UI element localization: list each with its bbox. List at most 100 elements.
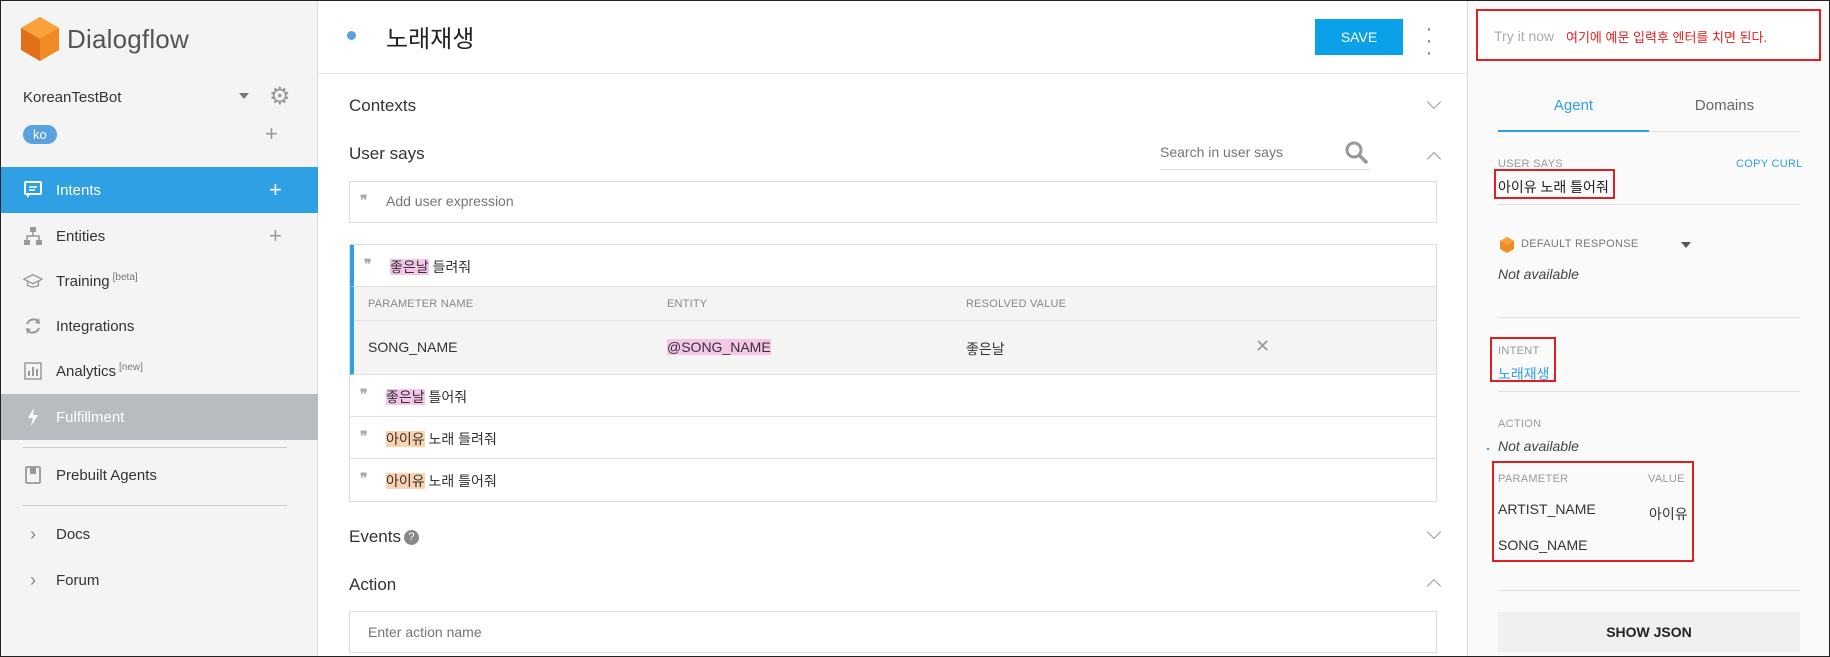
section-events[interactable]: Events? — [349, 527, 419, 547]
list-item[interactable]: ❞ 좋은날 들려줘 — [350, 245, 1436, 287]
add-intent-icon[interactable]: + — [269, 177, 282, 203]
parameter-entity[interactable]: @SONG_NAME — [667, 339, 771, 355]
entity-highlight[interactable]: 아이유 — [386, 431, 425, 447]
expression-text: 아이유 노래 들려줘 — [386, 429, 497, 449]
events-label: Events — [349, 527, 401, 546]
language-badge[interactable]: ko — [23, 125, 57, 144]
add-entity-icon[interactable]: + — [269, 223, 282, 249]
help-icon[interactable]: ? — [403, 530, 419, 546]
divider — [1498, 317, 1800, 318]
logo[interactable]: Dialogflow — [21, 17, 189, 61]
list-item[interactable]: ❞ 아이유 노래 틀어줘 — [350, 459, 1436, 501]
show-json-button[interactable]: SHOW JSON — [1498, 612, 1800, 652]
entity-highlight[interactable]: 좋은날 — [390, 259, 429, 275]
response-value: Not available — [1498, 266, 1579, 282]
gear-icon[interactable]: ⚙ — [269, 85, 291, 109]
caret-down-icon[interactable] — [239, 93, 249, 99]
expression-text: 아이유 노래 틀어줘 — [386, 471, 497, 491]
expression-rest: 노래 틀어줘 — [424, 473, 497, 489]
app-window: Dialogflow KoreanTestBot ⚙ ko + Intents … — [0, 0, 1830, 657]
section-user-says[interactable]: User says — [349, 144, 425, 164]
section-action[interactable]: Action — [349, 575, 396, 595]
parameter-table: PARAMETER NAME ENTITY RESOLVED VALUE SON… — [350, 287, 1436, 375]
action-name-input[interactable] — [368, 624, 1168, 640]
agent-name: KoreanTestBot — [23, 89, 122, 106]
sidebar-item-training[interactable]: Training [beta] — [1, 258, 318, 304]
search-input[interactable] — [1160, 144, 1330, 160]
sidebar-item-label: Intents — [56, 181, 102, 199]
expression-list: ❞ 좋은날 들려줘 PARAMETER NAME ENTITY RESOLVED… — [349, 244, 1437, 502]
analytics-label: Analytics — [56, 363, 117, 380]
marker-dot — [1487, 448, 1489, 450]
user-says-search[interactable] — [1160, 141, 1370, 170]
parameter-name: ARTIST_NAME — [1498, 501, 1596, 517]
expression-text: 좋은날 들려줘 — [390, 257, 471, 277]
sidebar-item-docs[interactable]: › Docs — [1, 511, 318, 557]
entity-highlight[interactable]: 좋은날 — [386, 389, 425, 405]
chevron-down-icon[interactable] — [1426, 94, 1442, 110]
sync-icon — [23, 316, 43, 336]
sidebar-item-entities[interactable]: Entities + — [1, 213, 318, 259]
try-it-now-box[interactable]: Try it now 여기에 예문 입력후 엔터를 치면 된다. — [1476, 9, 1821, 61]
dialogflow-logo-icon — [21, 17, 59, 61]
expression-text: 좋은날 틀어줘 — [386, 387, 467, 407]
action-name-field[interactable] — [349, 611, 1437, 653]
value-column-label: VALUE — [1648, 473, 1685, 485]
parameter-name[interactable]: SONG_NAME — [368, 339, 457, 355]
column-entity: ENTITY — [667, 298, 708, 310]
chevron-down-icon[interactable] — [1426, 524, 1442, 540]
add-expression-input[interactable] — [386, 193, 1186, 209]
chevron-up-icon[interactable] — [1426, 151, 1442, 167]
divider — [23, 447, 287, 448]
section-contexts[interactable]: Contexts — [349, 96, 416, 116]
graduation-cap-icon — [23, 271, 43, 291]
tab-domains[interactable]: Domains — [1649, 97, 1800, 114]
quote-icon: ❞ — [360, 429, 368, 445]
chevron-right-icon: › — [30, 569, 36, 590]
lightning-icon — [23, 407, 43, 427]
divider — [23, 505, 287, 506]
try-it-now-input[interactable]: Try it now — [1494, 28, 1554, 44]
action-label: ACTION — [1498, 418, 1542, 430]
agent-selector[interactable]: KoreanTestBot ⚙ — [23, 85, 293, 109]
add-language-icon[interactable]: + — [265, 123, 278, 145]
search-icon[interactable] — [1344, 140, 1370, 166]
add-expression-field[interactable]: ❞ — [349, 181, 1437, 223]
sidebar-item-forum[interactable]: › Forum — [1, 557, 318, 603]
list-item[interactable]: ❞ 아이유 노래 들려줘 — [350, 417, 1436, 459]
sidebar-item-prebuilt-agents[interactable]: Prebuilt Agents — [1, 452, 318, 498]
parameter-column-label: PARAMETER — [1498, 473, 1569, 485]
sidebar-item-intents[interactable]: Intents + — [1, 167, 318, 213]
table-row: SONG_NAME @SONG_NAME 좋은날 ✕ — [354, 320, 1436, 374]
sidebar-item-integrations[interactable]: Integrations — [1, 303, 318, 349]
parameter-resolved-value[interactable]: 좋은날 — [966, 339, 1005, 359]
sidebar-item-label: Integrations — [56, 317, 135, 335]
sidebar-item-label: Analytics [new] — [56, 362, 143, 380]
intent-title[interactable]: 노래재생 — [386, 19, 474, 54]
copy-curl-link[interactable]: COPY CURL — [1736, 158, 1803, 170]
column-resolved-value: RESOLVED VALUE — [966, 298, 1067, 310]
sidebar-item-analytics[interactable]: Analytics [new] — [1, 348, 318, 394]
parameter-value: 아이유 — [1649, 506, 1688, 522]
intent-link[interactable]: 노래재생 — [1498, 364, 1550, 384]
list-item[interactable]: ❞ 좋은날 틀어줘 — [350, 375, 1436, 417]
sidebar-item-label: Prebuilt Agents — [56, 466, 157, 484]
save-button[interactable]: SAVE — [1315, 19, 1403, 55]
close-icon[interactable]: ✕ — [1255, 336, 1270, 357]
new-tag: [new] — [119, 362, 143, 373]
book-icon — [23, 465, 43, 485]
divider — [1498, 391, 1800, 392]
brand-name: Dialogflow — [67, 23, 189, 54]
sidebar-item-label: Entities — [56, 227, 106, 245]
user-says-value: 아이유 노래 틀어줘 — [1498, 179, 1609, 195]
caret-down-icon[interactable] — [1681, 242, 1691, 248]
chevron-up-icon[interactable] — [1426, 578, 1442, 594]
more-options-icon[interactable]: · · · — [1423, 19, 1435, 63]
sidebar-item-fulfillment[interactable]: Fulfillment — [1, 394, 318, 440]
training-label: Training — [56, 273, 110, 290]
tab-agent[interactable]: Agent — [1498, 97, 1649, 114]
divider — [1498, 590, 1800, 591]
bar-chart-icon — [23, 361, 43, 381]
intent-label: INTENT — [1498, 345, 1540, 357]
entity-highlight[interactable]: 아이유 — [386, 473, 425, 489]
